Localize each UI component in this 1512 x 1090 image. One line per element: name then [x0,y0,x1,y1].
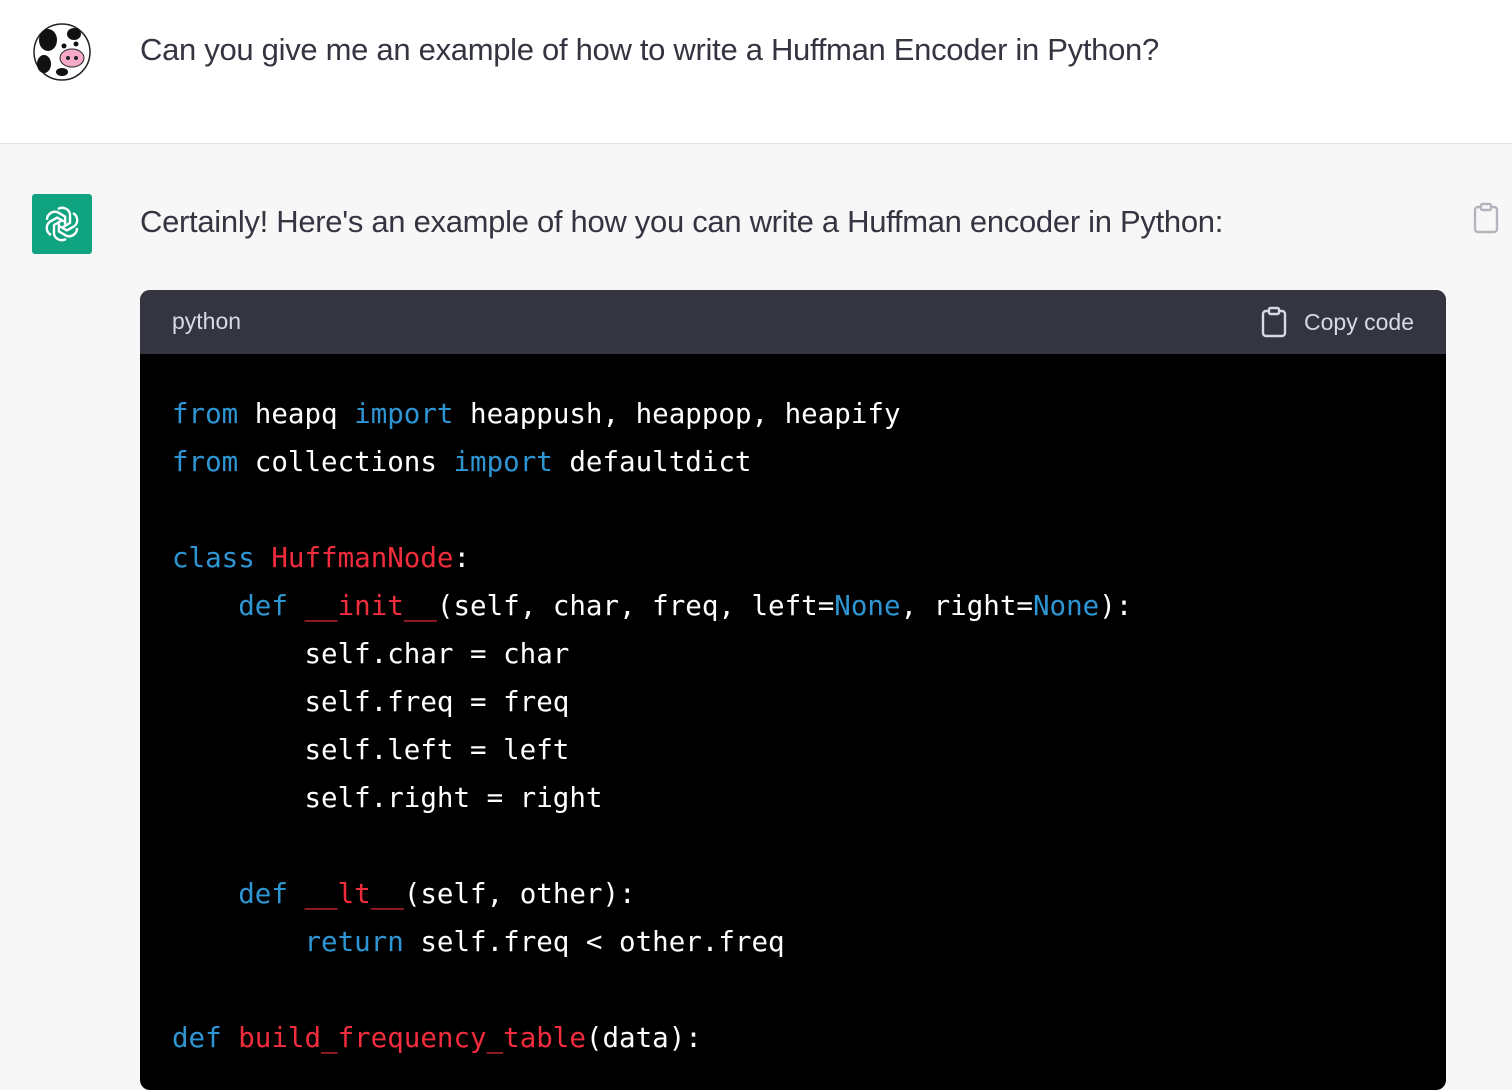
code-token: __lt__ [304,878,404,910]
code-token: (data): [585,1022,702,1054]
code-token: build_frequency_table [238,1022,586,1054]
code-token: None [1032,590,1100,622]
clipboard-icon [1261,306,1287,338]
code-line: self.freq = freq [172,678,1414,726]
code-token: import [453,446,553,478]
code-token: heappush, heappop, heapify [453,398,901,430]
code-token: None [834,590,901,622]
code-token: from [172,446,239,478]
code-token: self.freq < other.freq [403,926,785,958]
code-line: return self.freq < other.freq [172,918,1414,966]
code-token: def [238,590,288,622]
code-line: class HuffmanNode: [172,534,1414,582]
code-token: (self, other): [403,878,636,910]
code-line: from heapq import heappush, heappop, hea… [172,390,1414,438]
code-token: heapq [238,398,355,430]
code-token: ): [1099,590,1133,622]
assistant-message-row: Certainly! Here's an example of how you … [0,145,1512,1090]
code-token: (self, char, freq, left= [436,590,835,622]
assistant-message-text: Certainly! Here's an example of how you … [140,204,1224,239]
code-token: class [172,542,255,574]
code-token: , right= [900,590,1033,622]
user-message-text: Can you give me an example of how to wri… [140,32,1159,67]
code-line: def __lt__(self, other): [172,870,1414,918]
code-token: collections [238,446,454,478]
code-content: from heapq import heappush, heappop, hea… [140,354,1446,1062]
code-token: def [172,1022,222,1054]
copy-code-label: Copy code [1304,308,1414,335]
code-token: self.left = left [172,734,570,766]
code-line: from collections import defaultdict [172,438,1414,486]
code-token: HuffmanNode [271,542,454,574]
code-token: __init__ [304,590,437,622]
cow-avatar-icon [33,23,91,81]
code-token: : [453,542,471,574]
code-language-label: python [172,308,242,334]
code-line: self.left = left [172,726,1414,774]
code-block: python Copy code from heapq import heapp… [140,290,1446,1090]
code-block-header: python Copy code [140,290,1446,354]
user-message-row: Can you give me an example of how to wri… [0,0,1512,144]
code-token: defaultdict [552,446,752,478]
code-line: self.char = char [172,630,1414,678]
code-token: self.char = char [172,638,570,670]
code-token: self.right = right [172,782,603,814]
code-token: return [304,926,404,958]
code-line: def build_frequency_table(data): [172,1014,1414,1062]
code-token: from [172,398,239,430]
code-token: def [238,878,288,910]
code-token: self.freq = freq [172,686,570,718]
code-token: import [354,398,454,430]
code-line: def __init__(self, char, freq, left=None… [172,582,1414,630]
openai-logo-icon [32,194,92,254]
code-line: self.right = right [172,774,1414,822]
clipboard-icon[interactable] [1472,202,1500,234]
copy-code-button[interactable]: Copy code [1260,304,1414,340]
